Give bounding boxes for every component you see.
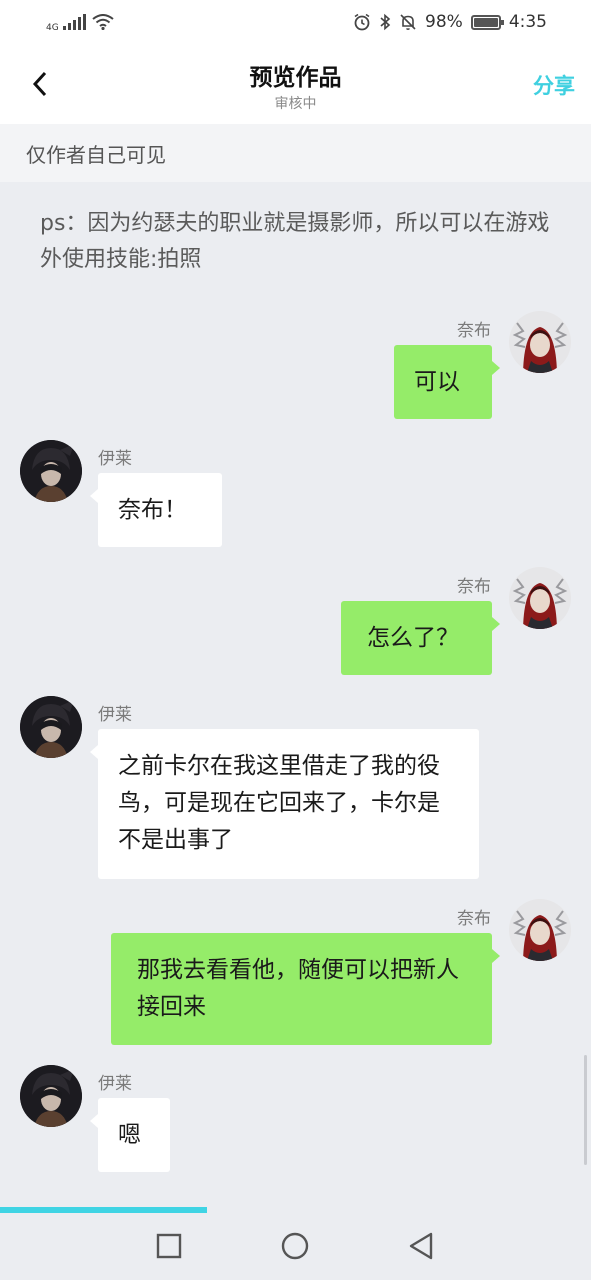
sender-name: 奈布	[457, 909, 491, 929]
avatar-naib[interactable]	[509, 899, 571, 961]
message-bubble[interactable]: 怎么了？	[341, 601, 500, 675]
sender-name: 伊莱	[98, 705, 132, 725]
scrollbar[interactable]	[584, 1055, 587, 1165]
narration-note: ps：因为约瑟夫的职业就是摄影师，所以可以在游戏外使用技能:拍照	[40, 211, 550, 272]
message-bubble[interactable]: 那我去看看他，随便可以把新人接回来	[111, 933, 500, 1045]
sender-name: 奈布	[457, 321, 491, 341]
header-bar: 预览作品 审核中 分享	[0, 44, 591, 124]
review-status: 审核中	[274, 96, 317, 112]
sender-name: 伊莱	[98, 449, 132, 469]
wifi-icon	[92, 14, 114, 30]
avatar-eli[interactable]	[20, 696, 82, 758]
battery-icon	[470, 14, 504, 30]
visibility-notice-text: 仅作者自己可见	[26, 142, 166, 167]
status-bar: 4G 98% 4:35	[0, 0, 591, 44]
back-triangle-icon[interactable]	[406, 1231, 436, 1261]
message-bubble[interactable]: 嗯	[90, 1098, 170, 1172]
battery-percent: 98%	[425, 12, 463, 32]
page-title: 预览作品	[249, 65, 342, 91]
signal-icon	[62, 14, 86, 30]
visibility-notice: 仅作者自己可见	[0, 124, 591, 182]
recent-apps-icon[interactable]	[154, 1231, 184, 1261]
message-bubble[interactable]: 可以	[394, 345, 500, 419]
avatar-eli[interactable]	[20, 440, 82, 502]
bluetooth-icon	[380, 13, 391, 31]
sender-name: 奈布	[457, 577, 491, 597]
share-button[interactable]: 分享	[533, 70, 575, 100]
status-left: 4G	[46, 12, 114, 33]
avatar-naib[interactable]	[509, 311, 571, 373]
system-navigation-bar	[0, 1213, 591, 1280]
alarm-icon	[354, 13, 370, 31]
home-icon[interactable]	[280, 1231, 310, 1261]
status-right: 98% 4:35	[353, 12, 547, 32]
network-type: 4G	[46, 22, 59, 33]
sender-name: 伊莱	[98, 1074, 132, 1094]
clock-time: 4:35	[508, 12, 547, 32]
mute-bell-icon	[400, 14, 416, 30]
message-bubble[interactable]: 奈布！	[90, 473, 222, 547]
avatar-naib[interactable]	[509, 567, 571, 629]
message-bubble[interactable]: 之前卡尔在我这里借走了我的役鸟，可是现在它回来了，卡尔是不是出事了	[90, 729, 479, 879]
avatar-eli[interactable]	[20, 1065, 82, 1127]
